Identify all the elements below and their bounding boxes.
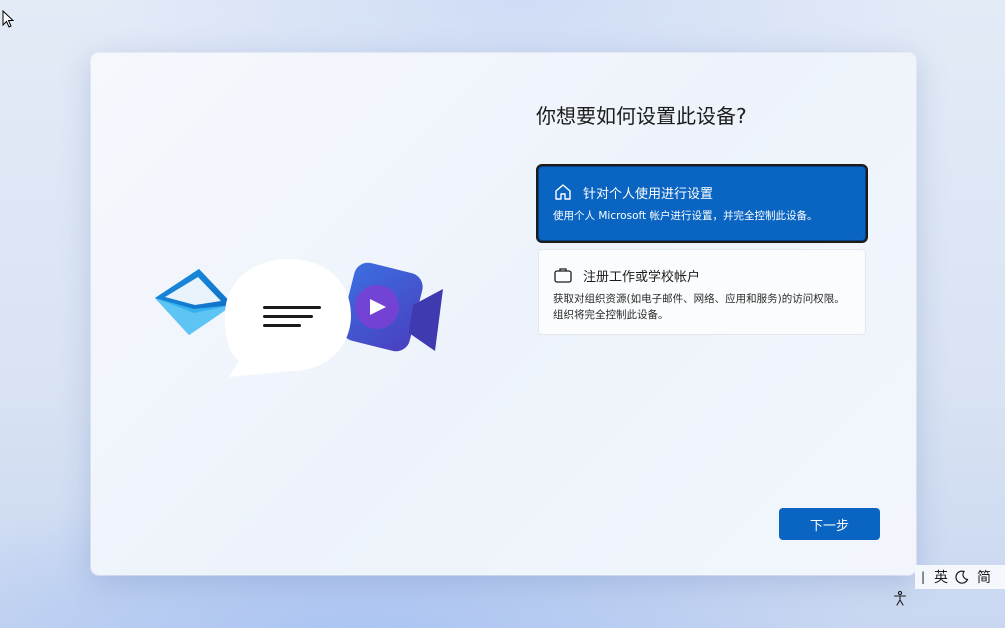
option-title: 注册工作或学校帐户: [583, 269, 701, 285]
video-camera-icon: [341, 262, 443, 352]
ime-mode-toggle[interactable]: 英: [934, 567, 948, 587]
option-description: 使用个人 Microsoft 帐户进行设置，并完全控制此设备。: [553, 210, 818, 222]
ime-toolbar: | 英 简: [915, 565, 1005, 589]
accessibility-icon[interactable]: [892, 590, 908, 606]
page-title: 你想要如何设置此设备?: [536, 104, 747, 128]
option-work-school[interactable]: 注册工作或学校帐户 获取对组织资源(如电子邮件、网络、应用和服务)的访问权限。组…: [538, 249, 866, 335]
mouse-cursor-icon: [2, 10, 14, 28]
home-icon: [555, 184, 571, 200]
moon-icon[interactable]: [955, 570, 969, 584]
option-description: 获取对组织资源(如电子邮件、网络、应用和服务)的访问权限。组织将完全控制此设备。: [553, 293, 845, 321]
communication-illustration: [155, 259, 443, 377]
chat-bubble-icon: [225, 259, 351, 377]
mail-icon: [155, 269, 233, 335]
option-personal-use[interactable]: 针对个人使用进行设置 使用个人 Microsoft 帐户进行设置，并完全控制此设…: [538, 166, 866, 241]
next-button[interactable]: 下一步: [779, 508, 880, 540]
setup-card: 你想要如何设置此设备? 针对个人使用进行设置 使用个人 Microsoft 帐户…: [91, 53, 916, 575]
ime-drag-handle[interactable]: |: [921, 570, 925, 584]
briefcase-icon: [554, 268, 572, 283]
option-title: 针对个人使用进行设置: [583, 186, 714, 202]
ime-script-toggle[interactable]: 简: [977, 567, 991, 587]
